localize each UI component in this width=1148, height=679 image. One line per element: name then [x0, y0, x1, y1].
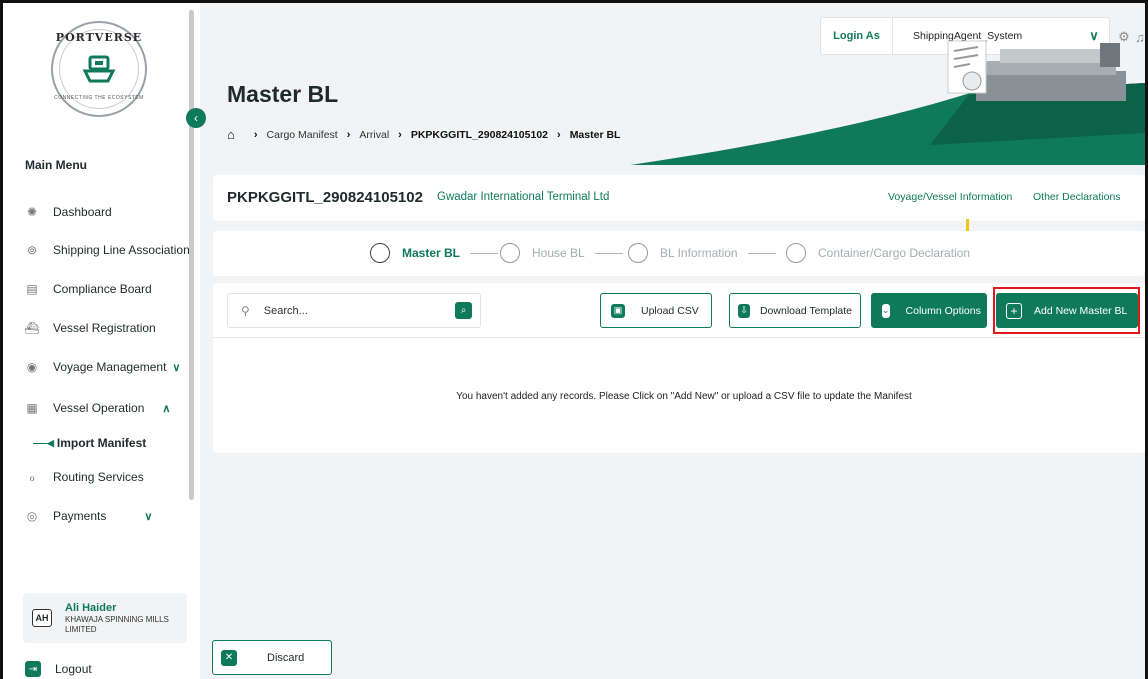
download-icon: ⇩ — [738, 303, 750, 318]
dashboard-icon: ✺ — [26, 205, 38, 219]
empty-state-message: You haven't added any records. Please Cl… — [456, 391, 912, 402]
coin-icon: ◎ — [26, 509, 38, 523]
other-declarations-link[interactable]: Other Declarations — [1033, 191, 1121, 203]
sidebar-item-label: Vessel Registration — [53, 321, 156, 335]
step-master-bl[interactable]: Master BL — [370, 243, 499, 263]
chevron-up-icon[interactable]: ∧ — [162, 402, 170, 415]
logo-tagline: CONNECTING THE ECOSYSTEM — [54, 95, 144, 101]
highlight-box — [993, 287, 1140, 334]
sidebar-item-label: Vessel Operation — [53, 401, 145, 415]
anchor-icon: ⊚ — [26, 243, 38, 257]
search-input[interactable] — [263, 304, 434, 317]
container-icon: ▦ — [26, 401, 38, 415]
download-template-button[interactable]: ⇩ Download Template — [729, 293, 861, 328]
user-name: Ali Haider — [65, 602, 117, 614]
search-button[interactable]: ⌕ — [455, 302, 472, 319]
sidebar-item-label: Compliance Board — [53, 282, 152, 296]
sidebar-item-routing-services[interactable]: ℴ Routing Services — [25, 466, 144, 488]
user-card[interactable]: AH Ali Haider KHAWAJA SPINNING MILLS LIM… — [23, 593, 187, 643]
sidebar-item-label: Payments — [53, 509, 107, 523]
discard-button[interactable]: ✕ Discard — [212, 640, 332, 675]
sidebar-item-label: Routing Services — [53, 470, 144, 484]
breadcrumb-item[interactable]: Cargo Manifest — [267, 129, 338, 141]
document-icon: ▤ — [26, 282, 38, 296]
breadcrumb: ⌂ › Cargo Manifest › Arrival › PKPKGGITL… — [227, 127, 621, 142]
sidebar-item-label: Voyage Management — [53, 360, 167, 374]
home-icon[interactable]: ⌂ — [227, 127, 235, 142]
step-circle-icon — [370, 243, 390, 263]
ship-banner-illustration — [630, 40, 1145, 165]
upload-csv-button[interactable]: ▣ Upload CSV — [600, 293, 712, 328]
sidebar-item-label: Dashboard — [53, 205, 112, 219]
active-marker-icon: ◀ — [47, 437, 54, 448]
step-label: Container/Cargo Declaration — [818, 246, 971, 260]
upload-csv-label: Upload CSV — [641, 304, 699, 317]
tree-line — [33, 442, 47, 444]
column-options-label: Column Options — [905, 304, 981, 317]
search-box[interactable]: ⚲ ⌕ — [227, 293, 481, 328]
discard-label: Discard — [267, 651, 305, 664]
logo-brand-text: PORTVERSE — [55, 31, 143, 44]
compass-icon: ◉ — [26, 360, 38, 374]
download-template-label: Download Template — [759, 304, 852, 317]
collapse-sidebar-button[interactable]: ‹ — [186, 108, 206, 128]
file-icon: ▣ — [611, 303, 625, 318]
route-icon: ℴ — [29, 470, 35, 484]
chevron-down-icon[interactable]: ∨ — [144, 510, 152, 523]
logout-label: Logout — [55, 662, 92, 676]
divider — [213, 337, 1145, 338]
breadcrumb-current: Master BL — [569, 128, 621, 141]
manifest-info-card: PKPKGGITL_290824105102 Gwadar Internatio… — [213, 175, 1145, 221]
sidebar-item-dashboard[interactable]: ✺ Dashboard — [25, 201, 112, 223]
step-circle-icon — [786, 243, 806, 263]
avatar: AH — [32, 609, 52, 627]
sidebar-subitem-import-manifest[interactable]: ◀ Import Manifest — [33, 434, 146, 452]
column-options-button[interactable]: ⌄ Column Options — [871, 293, 987, 328]
terminal-name: Gwadar International Terminal Ltd — [437, 191, 610, 203]
sidebar-item-payments[interactable]: ◎ Payments ∨ — [25, 505, 153, 527]
bl-number: PKPKGGITL_290824105102 — [227, 189, 423, 206]
step-house-bl[interactable]: House BL — [500, 243, 623, 263]
step-label: Master BL — [402, 246, 461, 260]
step-circle-icon — [628, 243, 648, 263]
user-organization: KHAWAJA SPINNING MILLS LIMITED — [65, 615, 169, 634]
breadcrumb-item[interactable]: Arrival — [359, 129, 389, 141]
voyage-vessel-info-link[interactable]: Voyage/Vessel Information — [888, 191, 1012, 203]
sidebar-item-label: Shipping Line Association — [53, 243, 190, 257]
close-icon: ✕ — [221, 649, 237, 666]
tab-indicator — [966, 219, 969, 231]
sidebar-item-shipping-line-association[interactable]: ⊚ Shipping Line Association — [25, 239, 190, 261]
menu-title: Main Menu — [25, 158, 87, 172]
master-bl-table-card: ⚲ ⌕ ▣ Upload CSV ⇩ Download Template ⌄ C… — [213, 283, 1145, 453]
ship-icon: ⛴ — [24, 321, 40, 335]
chevron-down-icon[interactable]: ∨ — [172, 361, 180, 374]
sidebar-scrollbar[interactable] — [189, 10, 194, 500]
step-label: BL Information — [660, 246, 738, 260]
main-content: Login As ShippingAgent_System ∨ ⚙ ♫ Mast… — [200, 3, 1145, 679]
sidebar-item-vessel-operation[interactable]: ▦ Vessel Operation ∧ — [25, 397, 170, 419]
page-title: Master BL — [227, 81, 339, 107]
logout-button[interactable]: ⇥ Logout — [25, 661, 92, 677]
progress-stepper: Master BL House BL BL Information Contai… — [213, 231, 1145, 276]
sidebar-item-compliance-board[interactable]: ▤ Compliance Board — [25, 278, 152, 300]
chevron-down-icon: ⌄ — [882, 303, 890, 318]
step-label: House BL — [532, 246, 585, 260]
sidebar-item-vessel-registration[interactable]: ⛴ Vessel Registration — [24, 317, 156, 339]
step-bl-information[interactable]: BL Information — [628, 243, 776, 263]
search-icon: ⚲ — [241, 303, 250, 318]
sidebar-item-voyage-management[interactable]: ◉ Voyage Management ∨ — [25, 356, 181, 378]
sidebar-subitem-label: Import Manifest — [56, 436, 147, 450]
breadcrumb-item[interactable]: PKPKGGITL_290824105102 — [411, 129, 548, 141]
portverse-logo[interactable]: PORTVERSE CONNECTING THE ECOSYSTEM — [51, 21, 147, 117]
step-container-cargo-declaration[interactable]: Container/Cargo Declaration — [786, 243, 970, 263]
step-circle-icon — [500, 243, 520, 263]
sidebar: PORTVERSE CONNECTING THE ECOSYSTEM Main … — [3, 3, 193, 679]
logout-icon: ⇥ — [25, 661, 41, 677]
